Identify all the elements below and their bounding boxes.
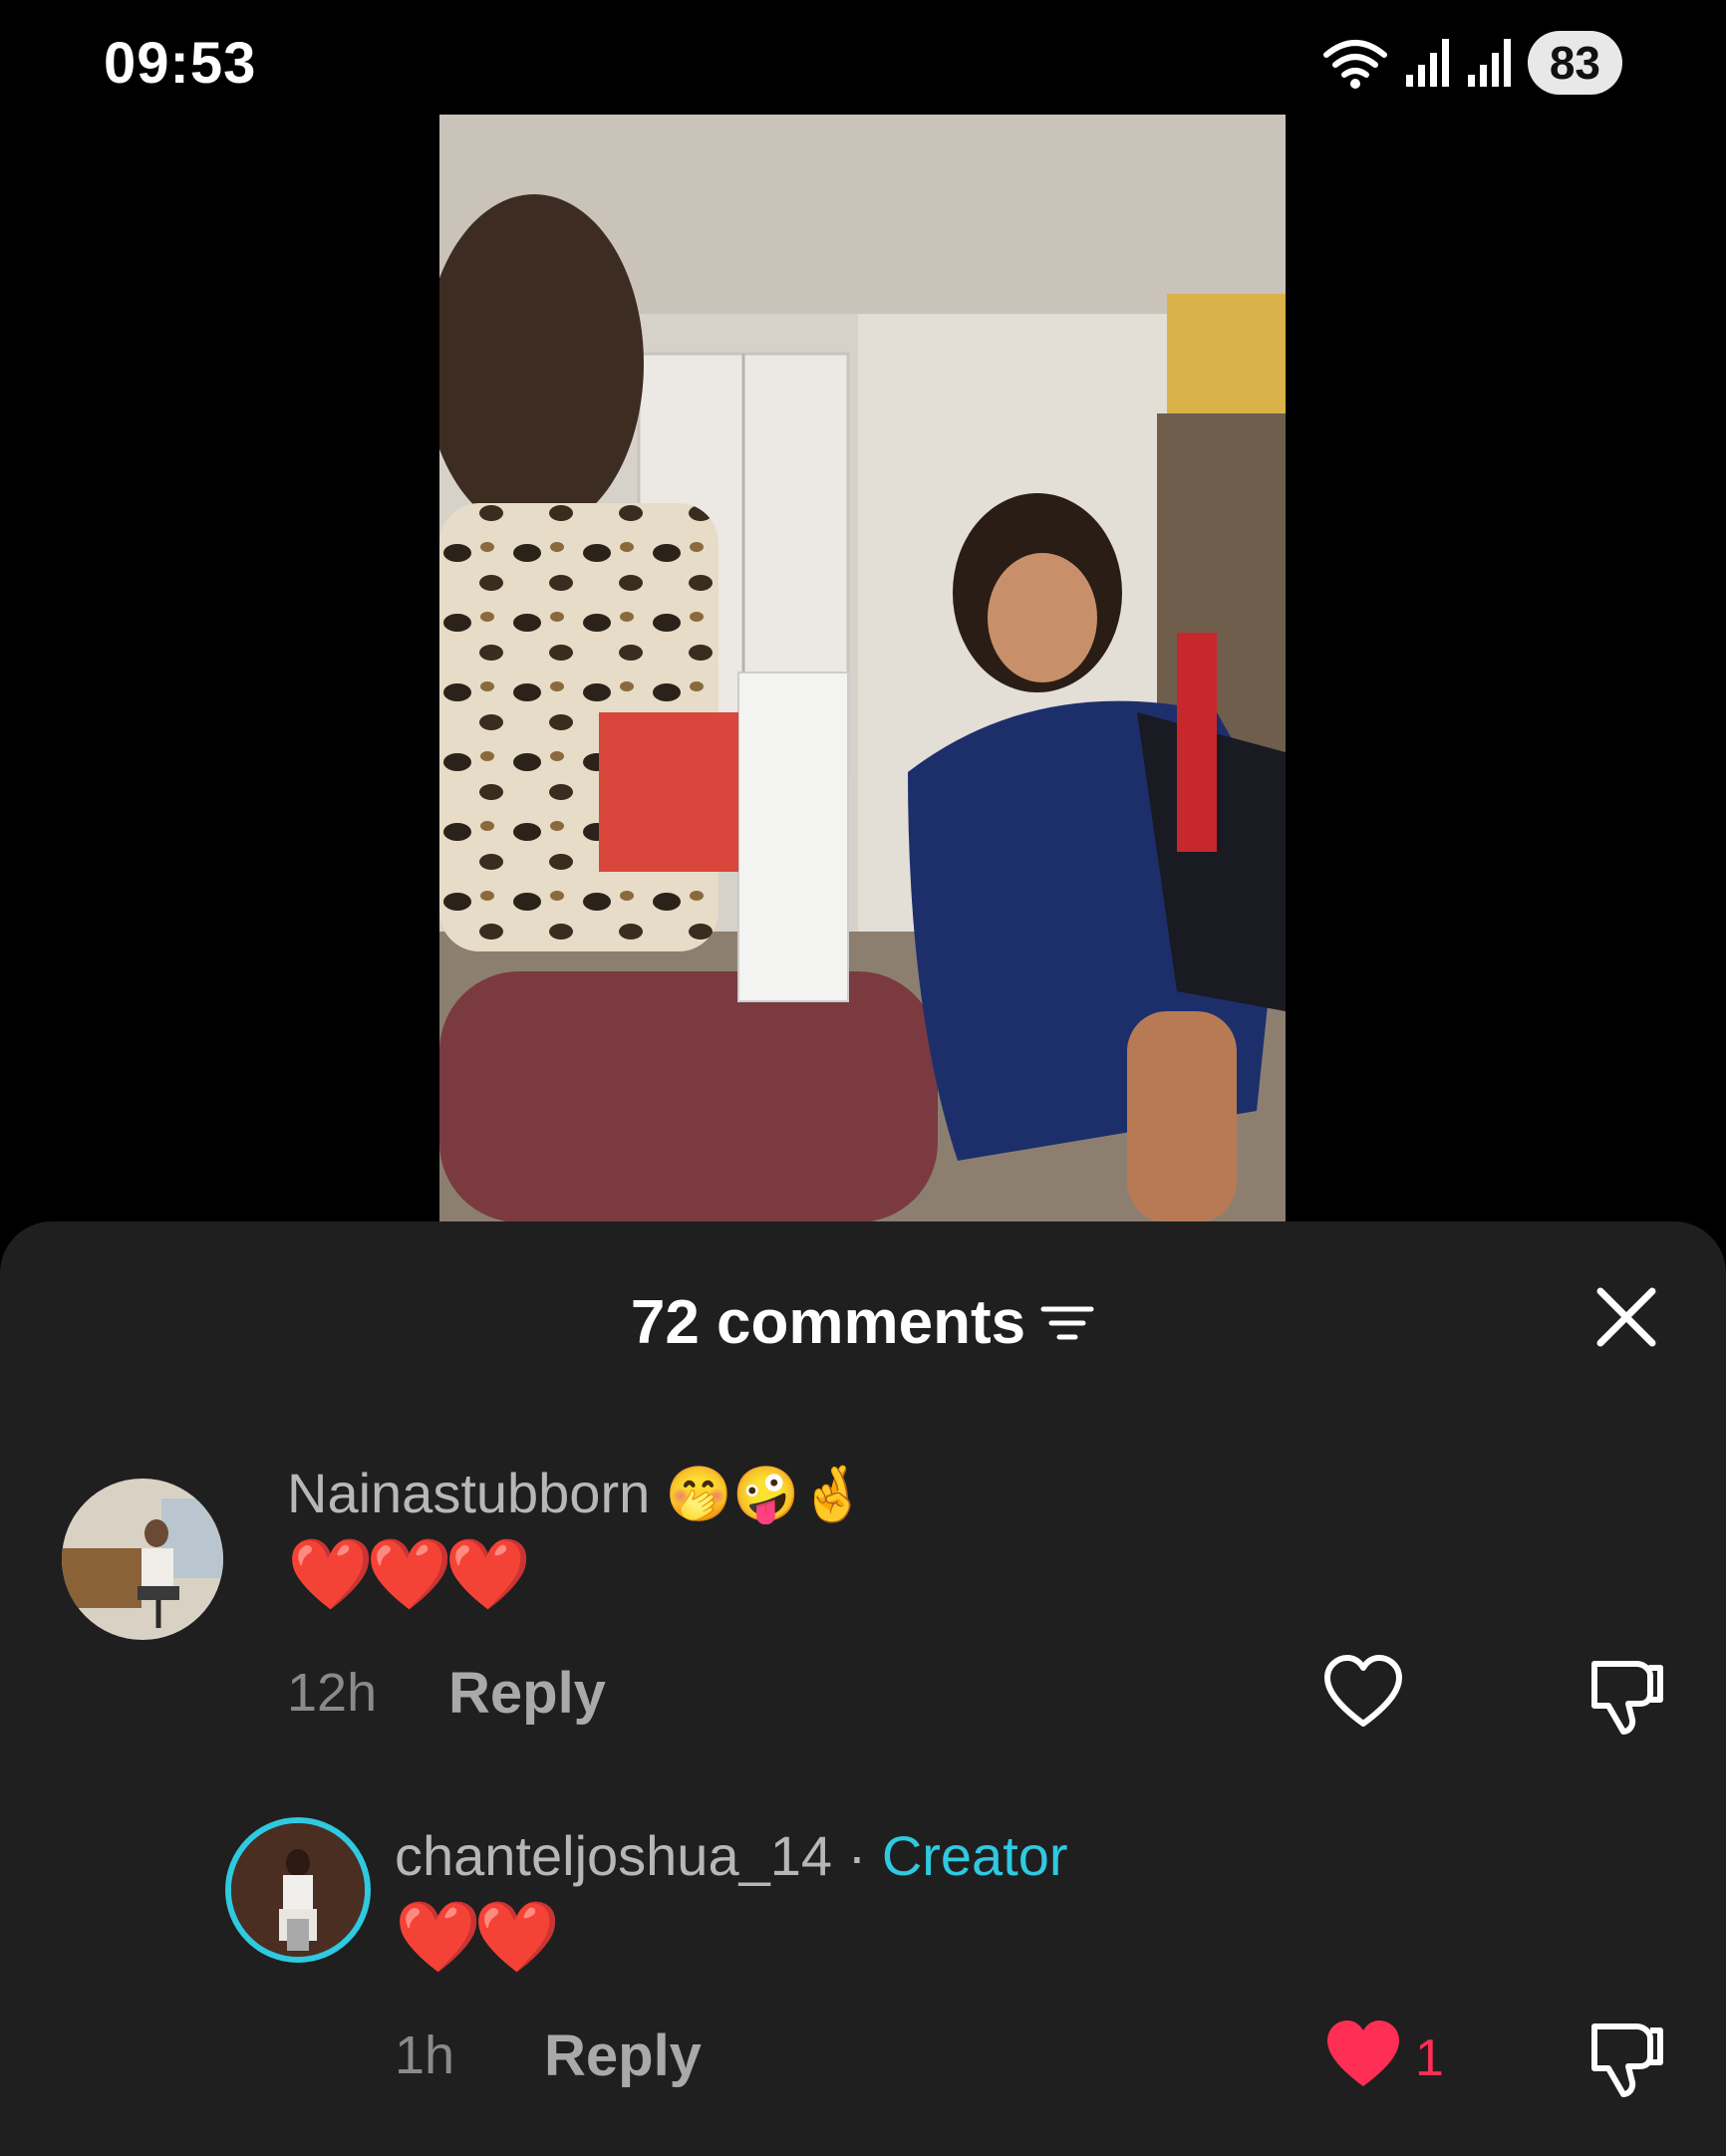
reply-username-text: chanteljoshua_14 bbox=[395, 1824, 833, 1887]
video-player[interactable] bbox=[439, 115, 1286, 1222]
signal-icon bbox=[1467, 39, 1511, 87]
status-time: 09:53 bbox=[104, 31, 257, 96]
reply-button[interactable]: Reply bbox=[448, 1660, 606, 1727]
separator-dot: · bbox=[847, 1824, 867, 1887]
creator-avatar[interactable] bbox=[225, 1817, 371, 1963]
heart-filled-icon[interactable] bbox=[1323, 2017, 1403, 2096]
dislike-icon[interactable] bbox=[1584, 2019, 1666, 2098]
video-frame bbox=[439, 115, 1286, 1222]
status-icons: 83 bbox=[1320, 30, 1622, 96]
battery-indicator: 83 bbox=[1527, 31, 1622, 95]
comments-sheet: 72 comments Nainastubborn 🤭🤪🤞 ❤️❤️❤️ 12h… bbox=[0, 1221, 1726, 2156]
wifi-icon bbox=[1322, 40, 1387, 89]
reply-text: ❤️❤️ bbox=[395, 1898, 560, 1976]
dislike-icon[interactable] bbox=[1584, 1656, 1666, 1736]
like-count: 1 bbox=[1415, 2029, 1444, 2087]
status-bar: 09:53 83 bbox=[0, 0, 1726, 120]
creator-badge: Creator bbox=[881, 1824, 1068, 1887]
heart-outline-icon[interactable] bbox=[1323, 1654, 1403, 1734]
reply-time: 1h bbox=[395, 2025, 455, 2085]
comment-time: 12h bbox=[287, 1663, 378, 1723]
reply-username[interactable]: chanteljoshua_14 · Creator bbox=[395, 1823, 1068, 1888]
signal-icon bbox=[1405, 39, 1449, 87]
reply-item: chanteljoshua_14 · Creator ❤️❤️ 1h Reply… bbox=[0, 1221, 1726, 2097]
reply-button[interactable]: Reply bbox=[544, 2022, 702, 2089]
